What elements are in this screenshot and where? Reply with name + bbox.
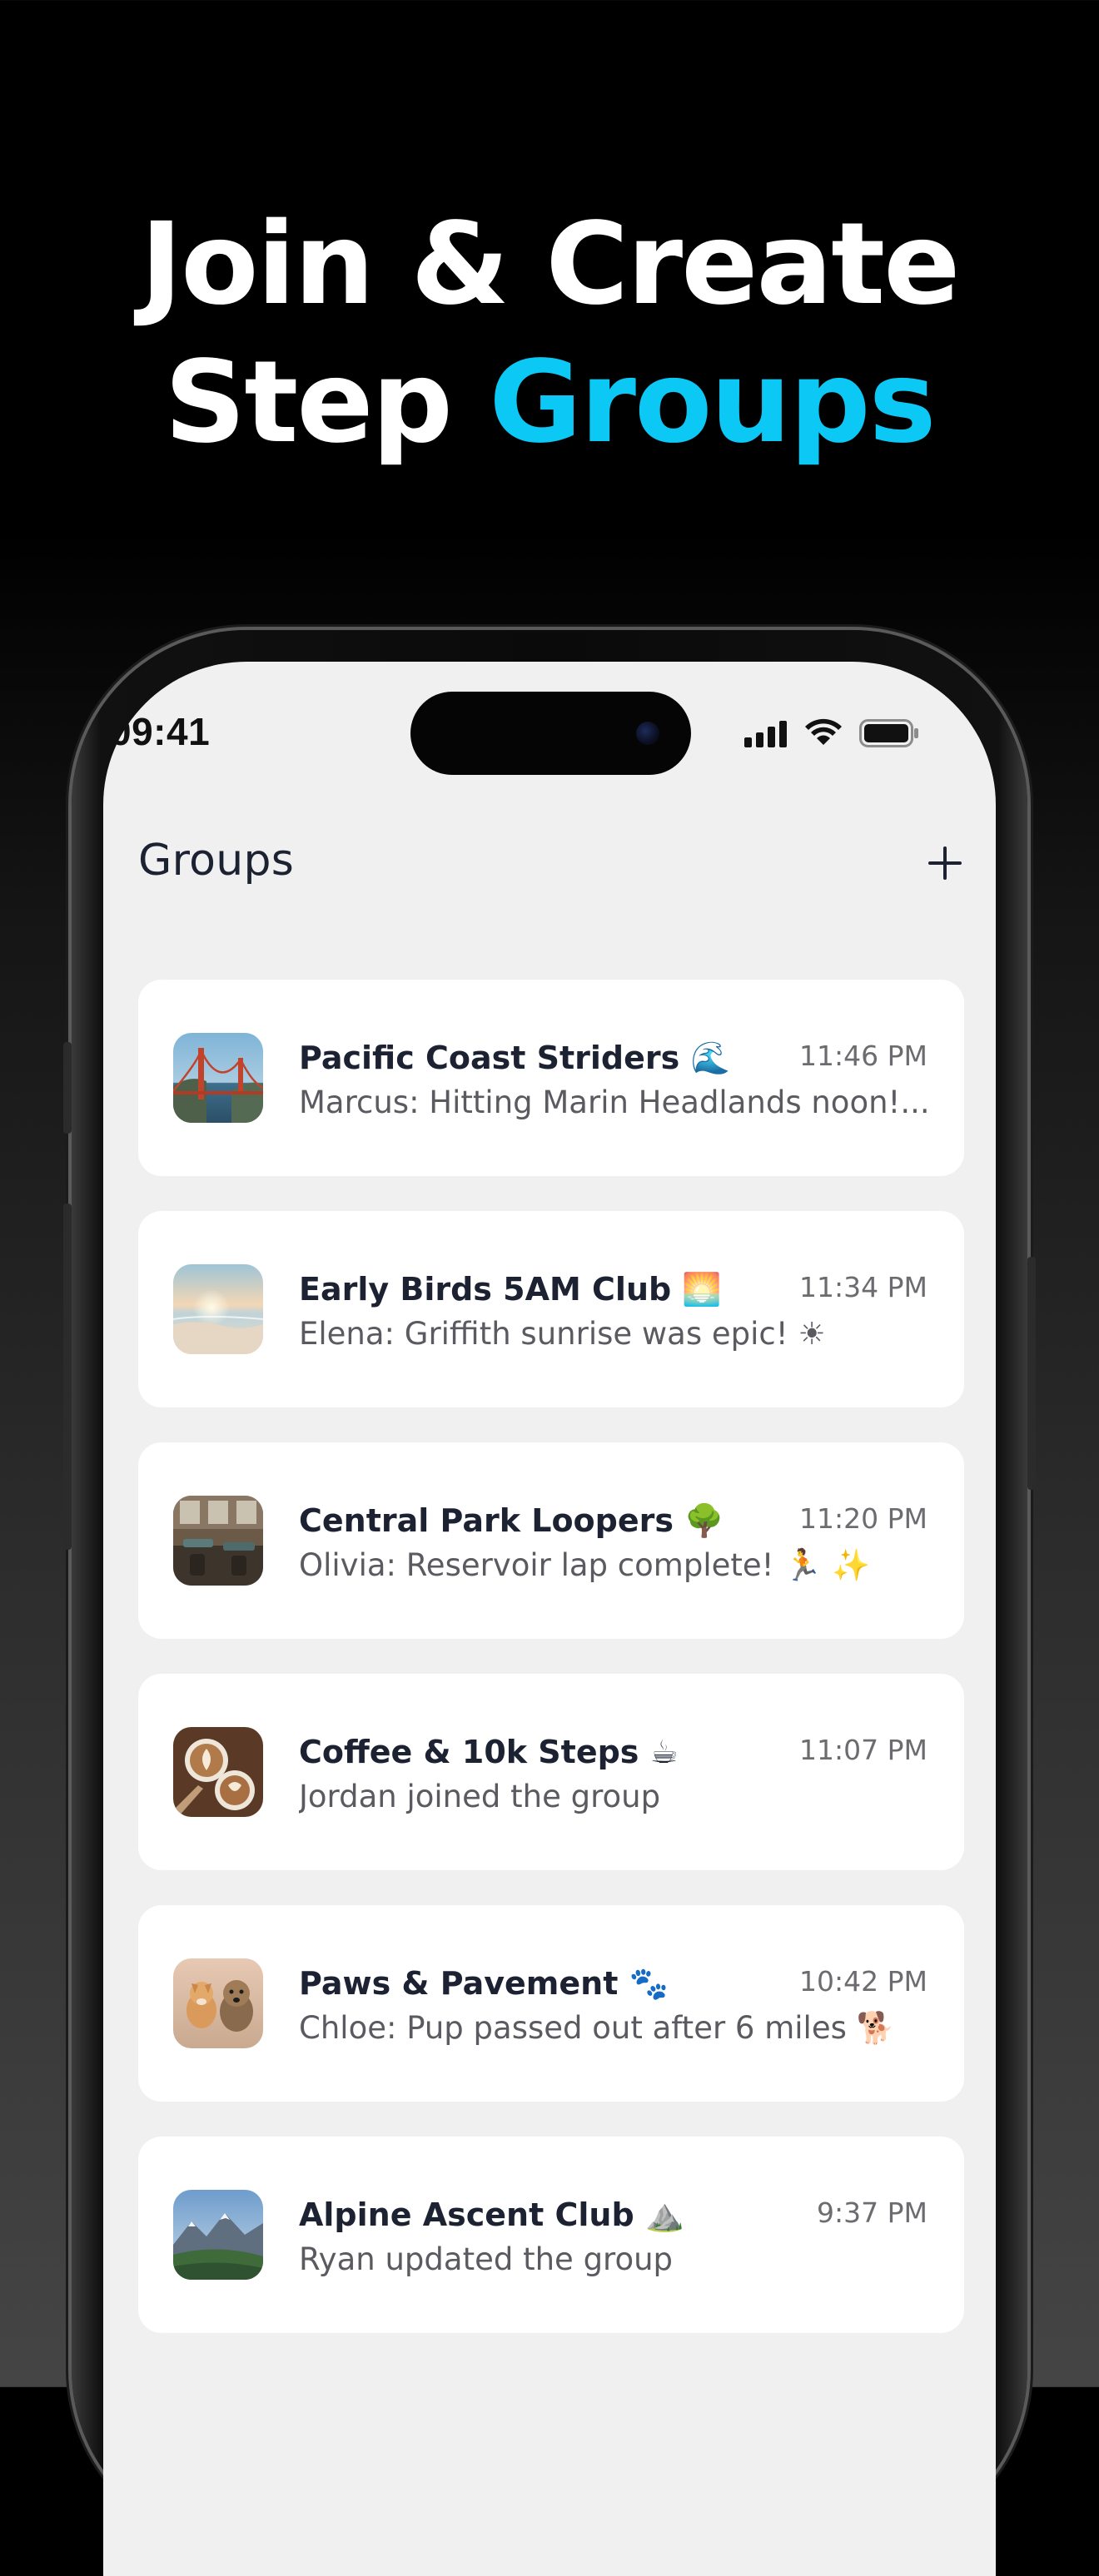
group-timestamp: 9:37 PM xyxy=(817,2196,927,2229)
group-card-early-birds-5am-club[interactable]: Early Birds 5AM Club 🌅 11:34 PM Elena: G… xyxy=(138,1211,964,1407)
wifi-icon xyxy=(805,718,842,745)
group-name: Alpine Ascent Club ⛰️ xyxy=(299,2196,685,2233)
action-button xyxy=(63,1042,72,1134)
group-card-paws-pavement[interactable]: Paws & Pavement 🐾 10:42 PM Chloe: Pup pa… xyxy=(138,1905,964,2102)
headline-line-2: Step Groups xyxy=(0,334,1099,472)
group-last-message: Marcus: Hitting Marin Headlands noon!... xyxy=(299,1085,930,1120)
headline-line-2-prefix: Step xyxy=(164,337,490,469)
group-thumbnail-mountain-valley xyxy=(173,2190,263,2280)
group-timestamp: 11:20 PM xyxy=(799,1502,927,1535)
group-name: Pacific Coast Striders 🌊 xyxy=(299,1040,730,1076)
dynamic-island xyxy=(410,692,691,775)
power-button xyxy=(1027,1257,1036,1490)
group-thumbnail-golden-gate-bridge xyxy=(173,1033,263,1123)
group-timestamp: 11:07 PM xyxy=(799,1734,927,1766)
group-card-coffee-10k-steps[interactable]: Coffee & 10k Steps ☕ 11:07 PM Jordan joi… xyxy=(138,1674,964,1870)
group-card-alpine-ascent-club[interactable]: Alpine Ascent Club ⛰️ 9:37 PM Ryan updat… xyxy=(138,2137,964,2333)
group-card-central-park-loopers[interactable]: Central Park Loopers 🌳 11:20 PM Olivia: … xyxy=(138,1442,964,1639)
front-camera-icon xyxy=(636,722,659,745)
volume-up-button xyxy=(63,1204,72,1403)
status-bar-icons xyxy=(744,717,919,751)
volume-down-button xyxy=(63,1392,72,1550)
add-group-button[interactable] xyxy=(922,841,967,886)
group-last-message: Chloe: Pup passed out after 6 miles 🐕 xyxy=(299,2010,895,2046)
group-timestamp: 11:34 PM xyxy=(799,1271,927,1303)
group-last-message: Elena: Griffith sunrise was epic! ☀ xyxy=(299,1316,826,1352)
battery-icon xyxy=(859,719,918,747)
group-thumbnail-latte-cups xyxy=(173,1727,263,1817)
group-thumbnail-dogs-running xyxy=(173,1958,263,2048)
group-last-message: Jordan joined the group xyxy=(299,1779,661,1814)
group-last-message: Olivia: Reservoir lap complete! 🏃 ✨ xyxy=(299,1547,871,1583)
group-name: Paws & Pavement 🐾 xyxy=(299,1965,669,2002)
group-thumbnail-cafe-interior xyxy=(173,1496,263,1586)
group-timestamp: 11:46 PM xyxy=(799,1040,927,1072)
plus-icon xyxy=(928,846,962,880)
headline-line-1: Join & Create xyxy=(140,199,961,330)
group-thumbnail-beach-sunrise xyxy=(173,1264,263,1354)
group-name: Central Park Loopers 🌳 xyxy=(299,1502,724,1539)
headline-accent-word: Groups xyxy=(489,337,936,469)
group-name: Coffee & 10k Steps ☕ xyxy=(299,1734,679,1770)
cellular-signal-icon xyxy=(744,721,787,747)
marketing-headline: Join & Create Step Groups xyxy=(0,196,1099,472)
group-timestamp: 10:42 PM xyxy=(799,1965,927,1998)
page-title: Groups xyxy=(138,836,295,886)
status-bar-time: 09:41 xyxy=(110,710,211,753)
group-card-pacific-coast-striders[interactable]: Pacific Coast Striders 🌊 11:46 PM Marcus… xyxy=(138,980,964,1176)
group-name: Early Birds 5AM Club 🌅 xyxy=(299,1271,722,1308)
group-last-message: Ryan updated the group xyxy=(299,2241,674,2277)
